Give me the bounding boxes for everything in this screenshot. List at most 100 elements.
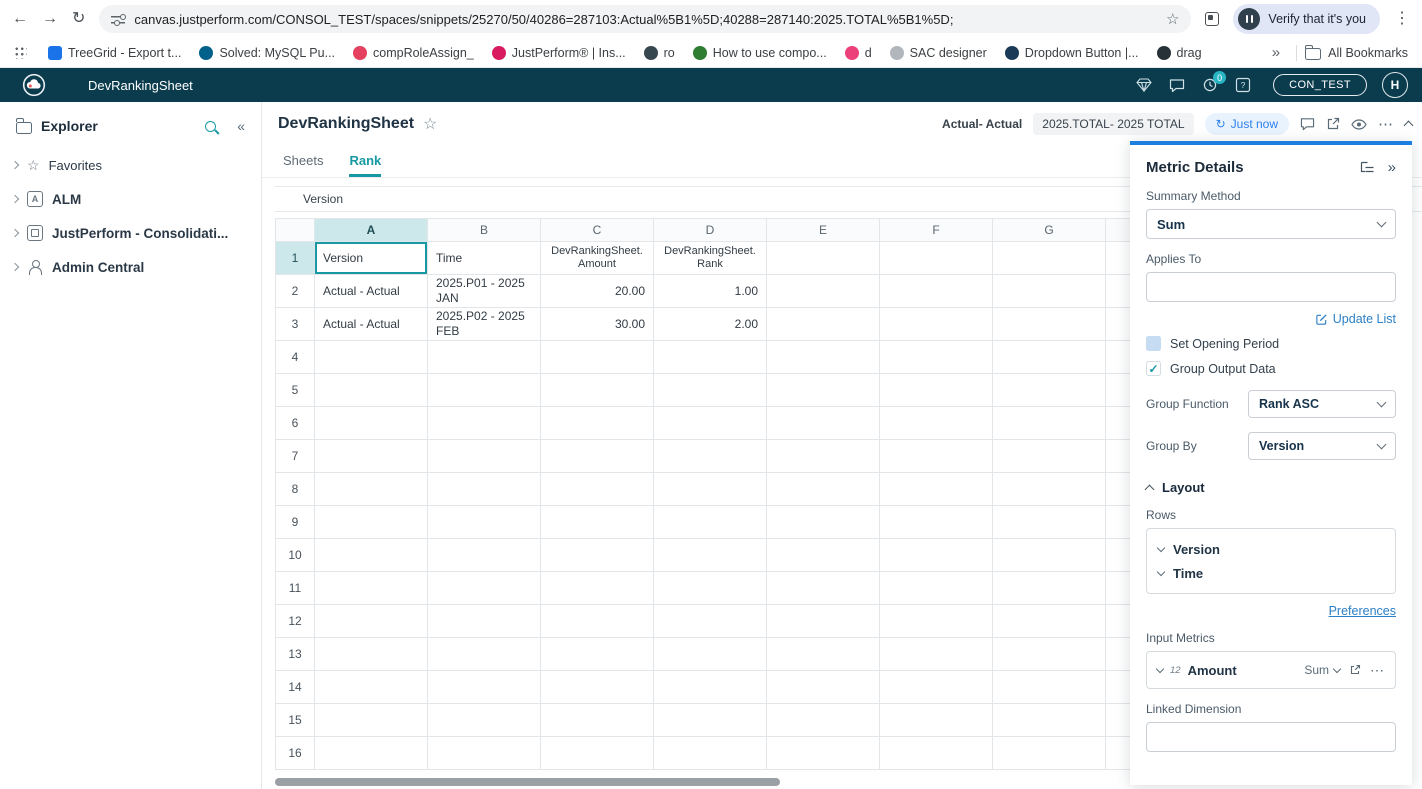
tenant-button[interactable]: CON_TEST — [1273, 74, 1367, 96]
cell-C8[interactable] — [541, 473, 654, 506]
cell-F8[interactable] — [880, 473, 993, 506]
applies-to-input[interactable] — [1146, 272, 1396, 302]
cell-F16[interactable] — [880, 737, 993, 770]
cell-E1[interactable] — [767, 242, 880, 275]
cell-C3[interactable]: 30.00 — [541, 308, 654, 341]
cell-A16[interactable] — [315, 737, 428, 770]
row-header-8[interactable]: 8 — [275, 473, 315, 506]
row-header-3[interactable]: 3 — [275, 308, 315, 341]
search-icon[interactable] — [205, 121, 216, 132]
cell-E9[interactable] — [767, 506, 880, 539]
sidebar-item-alm[interactable]: A ALM — [0, 182, 261, 216]
row-header-6[interactable]: 6 — [275, 407, 315, 440]
cell-D11[interactable] — [654, 572, 767, 605]
cell-B11[interactable] — [428, 572, 541, 605]
cell-E11[interactable] — [767, 572, 880, 605]
collapse-header-icon[interactable] — [1405, 119, 1412, 129]
chat-icon[interactable] — [1168, 76, 1186, 94]
cell-G13[interactable] — [993, 638, 1106, 671]
cell-G5[interactable] — [993, 374, 1106, 407]
cell-C9[interactable] — [541, 506, 654, 539]
cell-F6[interactable] — [880, 407, 993, 440]
cell-E15[interactable] — [767, 704, 880, 737]
cell-D8[interactable] — [654, 473, 767, 506]
cell-G4[interactable] — [993, 341, 1106, 374]
export-icon[interactable] — [1326, 117, 1340, 131]
input-metric-item[interactable]: 12 Amount Sum ⋯ — [1146, 651, 1396, 689]
cell-D12[interactable] — [654, 605, 767, 638]
column-header-D[interactable]: D — [654, 218, 767, 242]
row-header-11[interactable]: 11 — [275, 572, 315, 605]
cell-D10[interactable] — [654, 539, 767, 572]
cell-F11[interactable] — [880, 572, 993, 605]
verify-profile-button[interactable]: Verify that it's you — [1233, 4, 1380, 34]
cell-F7[interactable] — [880, 440, 993, 473]
cell-G12[interactable] — [993, 605, 1106, 638]
row-header-4[interactable]: 4 — [275, 341, 315, 374]
apps-grid-icon[interactable] — [14, 46, 27, 59]
cell-A9[interactable] — [315, 506, 428, 539]
row-header-16[interactable]: 16 — [275, 737, 315, 770]
cell-E6[interactable] — [767, 407, 880, 440]
cell-G1[interactable] — [993, 242, 1106, 275]
cell-B6[interactable] — [428, 407, 541, 440]
cell-E10[interactable] — [767, 539, 880, 572]
metric-aggregation-select[interactable]: Sum — [1304, 663, 1340, 677]
cell-C16[interactable] — [541, 737, 654, 770]
linked-dimension-input[interactable] — [1146, 722, 1396, 752]
comment-icon[interactable] — [1300, 117, 1315, 131]
row-header-12[interactable]: 12 — [275, 605, 315, 638]
bookmark-item[interactable]: d — [836, 46, 881, 60]
cell-B5[interactable] — [428, 374, 541, 407]
user-avatar[interactable]: H — [1382, 72, 1408, 98]
cell-B15[interactable] — [428, 704, 541, 737]
cell-B9[interactable] — [428, 506, 541, 539]
tab-rank[interactable]: Rank — [349, 153, 381, 177]
cell-B2[interactable]: 2025.P01 - 2025 JAN — [428, 275, 541, 308]
cell-G3[interactable] — [993, 308, 1106, 341]
row-header-1[interactable]: 1 — [275, 242, 315, 275]
history-icon[interactable]: 0 — [1201, 76, 1219, 94]
cell-G8[interactable] — [993, 473, 1106, 506]
cell-G10[interactable] — [993, 539, 1106, 572]
tab-sheets[interactable]: Sheets — [283, 153, 323, 177]
bookmark-star-icon[interactable]: ☆ — [1166, 10, 1179, 28]
row-dimension-time[interactable]: Time — [1158, 561, 1384, 585]
cell-C6[interactable] — [541, 407, 654, 440]
cell-G14[interactable] — [993, 671, 1106, 704]
cell-A7[interactable] — [315, 440, 428, 473]
row-header-14[interactable]: 14 — [275, 671, 315, 704]
cell-D14[interactable] — [654, 671, 767, 704]
bookmark-item[interactable]: SAC designer — [881, 46, 996, 60]
cell-C13[interactable] — [541, 638, 654, 671]
cell-D1[interactable]: DevRankingSheet. Rank — [654, 242, 767, 275]
group-function-select[interactable]: Rank ASC — [1248, 390, 1396, 418]
bookmark-item[interactable]: TreeGrid - Export t... — [39, 46, 190, 60]
forward-icon[interactable]: → — [42, 11, 58, 27]
collapse-panel-icon[interactable]: » — [1388, 159, 1396, 176]
cell-E12[interactable] — [767, 605, 880, 638]
cell-C12[interactable] — [541, 605, 654, 638]
cell-B16[interactable] — [428, 737, 541, 770]
scrollbar-thumb[interactable] — [275, 778, 780, 786]
bookmark-item[interactable]: JustPerform® | Ins... — [483, 46, 635, 60]
cell-C4[interactable] — [541, 341, 654, 374]
grid-corner-cell[interactable] — [275, 218, 315, 242]
cell-C14[interactable] — [541, 671, 654, 704]
cell-E5[interactable] — [767, 374, 880, 407]
sidebar-item-justperform-consolidation[interactable]: JustPerform - Consolidati... — [0, 216, 261, 250]
cell-F10[interactable] — [880, 539, 993, 572]
cell-A4[interactable] — [315, 341, 428, 374]
row-header-2[interactable]: 2 — [275, 275, 315, 308]
cell-F9[interactable] — [880, 506, 993, 539]
cell-B7[interactable] — [428, 440, 541, 473]
column-header-B[interactable]: B — [428, 218, 541, 242]
cell-D9[interactable] — [654, 506, 767, 539]
gem-icon[interactable] — [1135, 76, 1153, 94]
cell-F15[interactable] — [880, 704, 993, 737]
row-header-9[interactable]: 9 — [275, 506, 315, 539]
cell-E3[interactable] — [767, 308, 880, 341]
cell-F5[interactable] — [880, 374, 993, 407]
cell-G2[interactable] — [993, 275, 1106, 308]
justperform-logo-icon[interactable] — [22, 73, 46, 97]
